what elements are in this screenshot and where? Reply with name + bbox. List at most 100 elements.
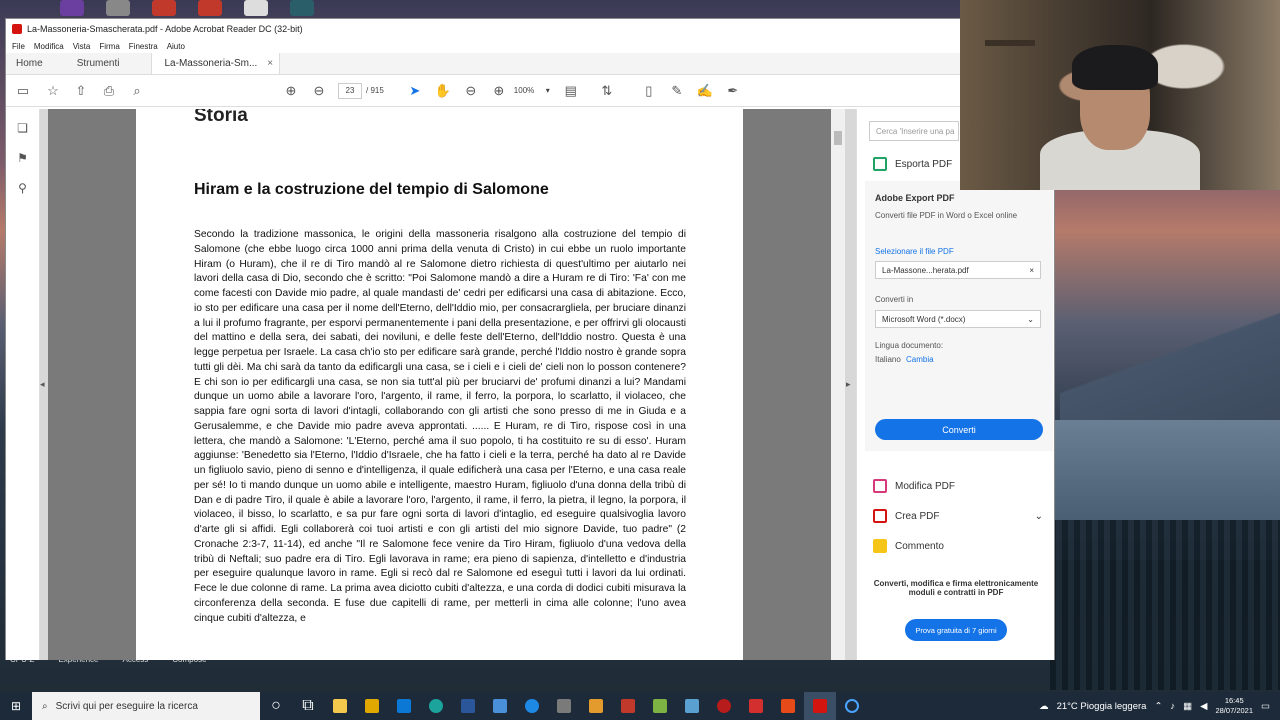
section-title: Storia [194, 109, 248, 126]
export-title: Adobe Export PDF [875, 193, 955, 203]
pages-thumbnail-icon[interactable]: ❏ [15, 121, 31, 137]
volume-icon[interactable]: ◀ [1200, 701, 1207, 712]
upload-icon[interactable]: ⇧ [70, 80, 92, 102]
store-icon[interactable] [356, 692, 388, 720]
menu-finestra[interactable]: Finestra [129, 42, 158, 51]
select-cursor-icon[interactable]: ➤ [404, 80, 426, 102]
convert-button[interactable]: Converti [875, 419, 1043, 440]
save-icon[interactable]: ▭ [12, 80, 34, 102]
print-icon[interactable]: ⎙ [98, 80, 120, 102]
app-icon[interactable] [580, 692, 612, 720]
zoom-in-icon[interactable]: ⊕ [488, 80, 510, 102]
search-icon[interactable]: ⌕ [126, 80, 148, 102]
zoom-out-icon[interactable]: ⊖ [460, 80, 482, 102]
task-view-icon[interactable]: ⧉ [292, 692, 324, 720]
zoom-dropdown[interactable]: 100% ▾ [514, 86, 550, 95]
scrollbar-thumb[interactable] [834, 131, 842, 145]
menu-bar: File Modifica Vista Firma Finestra Aiuto [6, 39, 1054, 53]
title-bar: La-Massoneria-Smascherata.pdf - Adobe Ac… [6, 19, 1054, 39]
app-icon[interactable] [772, 692, 804, 720]
ie-icon[interactable] [516, 692, 548, 720]
file-explorer-icon[interactable] [324, 692, 356, 720]
convert-to-label: Converti in [875, 295, 914, 304]
create-pdf-tool[interactable]: Crea PDF ⌄ [873, 509, 1043, 523]
draw-icon[interactable]: ✍ [694, 80, 716, 102]
system-tray: ☁ 21°C Pioggia leggera ⌃ ♪ ▦ ◀ 16:45 28/… [1039, 692, 1270, 720]
microphone-icon[interactable]: ♪ [1170, 701, 1175, 712]
format-value: Microsoft Word (*.docx) [882, 314, 966, 324]
fill-sign-icon[interactable]: ✒ [722, 80, 744, 102]
desktop-app-icon[interactable] [106, 0, 130, 16]
page-up-icon[interactable]: ⊕ [280, 80, 302, 102]
highlight-pen-icon[interactable]: ✎ [666, 80, 688, 102]
taskbar-search[interactable]: ⌕ Scrivi qui per eseguire la ricerca [32, 692, 260, 720]
bookmark-icon[interactable]: ⚑ [15, 151, 31, 167]
chevron-down-icon[interactable]: ⌄ [1035, 511, 1043, 522]
desktop-app-icon[interactable] [60, 0, 84, 16]
change-language-link[interactable]: Cambia [906, 355, 934, 364]
menu-vista[interactable]: Vista [73, 42, 91, 51]
page-number-input[interactable]: 23 [338, 82, 362, 99]
comment-icon[interactable]: ▯ [638, 80, 660, 102]
desktop-icons-row [60, 0, 314, 18]
tools-search-input[interactable]: Cerca 'Inserire una pa [869, 121, 959, 141]
page-navigator: 23 / 915 [338, 82, 384, 99]
close-icon[interactable]: × [1029, 266, 1034, 275]
edit-pdf-label: Modifica PDF [895, 480, 956, 492]
desktop-app-icon[interactable] [290, 0, 314, 16]
page-fit-icon[interactable]: ▤ [560, 80, 582, 102]
weather-icon[interactable]: ☁ [1039, 701, 1049, 712]
scroll-mode-icon[interactable]: ⇅ [596, 80, 618, 102]
close-icon[interactable]: × [267, 58, 273, 69]
desktop-app-icon[interactable] [244, 0, 268, 16]
windows-start-icon[interactable]: ⊞ [0, 692, 32, 720]
mail-icon[interactable] [388, 692, 420, 720]
select-file-label[interactable]: Selezionare il file PDF [875, 247, 954, 256]
free-trial-button[interactable]: Prova gratuita di 7 giorni [905, 619, 1007, 641]
document-scrollbar[interactable] [831, 109, 845, 660]
menu-file[interactable]: File [12, 42, 25, 51]
app-icon[interactable] [676, 692, 708, 720]
desktop-app-icon[interactable] [152, 0, 176, 16]
notifications-icon[interactable]: ▭ [1261, 701, 1270, 712]
app-icon[interactable] [612, 692, 644, 720]
app-icon[interactable] [836, 692, 868, 720]
acrobat-taskbar-icon[interactable] [804, 692, 836, 720]
export-pdf-tool[interactable]: Esporta PDF [873, 157, 952, 171]
chevron-up-icon[interactable]: ⌃ [1154, 701, 1162, 712]
cortana-icon[interactable]: ○ [260, 692, 292, 720]
expand-right-arrow-icon[interactable]: ▸ [846, 379, 851, 390]
tab-document[interactable]: La-Massoneria-Sm... × [151, 53, 281, 74]
export-description: Converti file PDF in Word o Excel online [875, 211, 1018, 220]
page-down-icon[interactable]: ⊖ [308, 80, 330, 102]
acrobat-window: La-Massoneria-Smascherata.pdf - Adobe Ac… [5, 18, 1055, 660]
clock[interactable]: 16:45 28/07/2021 [1215, 696, 1253, 716]
app-icon[interactable] [644, 692, 676, 720]
tab-tools[interactable]: Strumenti [67, 53, 130, 74]
edge-icon[interactable] [420, 692, 452, 720]
app-icon[interactable] [740, 692, 772, 720]
menu-firma[interactable]: Firma [99, 42, 119, 51]
menu-aiuto[interactable]: Aiuto [167, 42, 185, 51]
tab-home[interactable]: Home [6, 53, 53, 74]
collapse-left-arrow-icon[interactable]: ◂ [40, 379, 45, 390]
desktop-app-icon[interactable] [198, 0, 222, 16]
comment-tool[interactable]: Commento [873, 539, 944, 553]
windows-taskbar: ⊞ ⌕ Scrivi qui per eseguire la ricerca ○… [0, 692, 1280, 720]
selected-file-field[interactable]: La-Massone...herata.pdf × [875, 261, 1041, 279]
selected-file-name: La-Massone...herata.pdf [882, 265, 969, 275]
edit-pdf-tool[interactable]: Modifica PDF [873, 479, 955, 493]
word-icon[interactable] [452, 692, 484, 720]
tab-document-label: La-Massoneria-Sm... [164, 58, 258, 69]
app-icon[interactable] [548, 692, 580, 720]
app-icon[interactable] [484, 692, 516, 720]
menu-modifica[interactable]: Modifica [34, 42, 64, 51]
hand-tool-icon[interactable]: ✋ [432, 80, 454, 102]
webcam-person-hair [1072, 45, 1158, 90]
app-icon[interactable] [708, 692, 740, 720]
weather-text[interactable]: 21°C Pioggia leggera [1057, 701, 1147, 712]
attachment-icon[interactable]: ⚲ [15, 181, 31, 197]
format-select[interactable]: Microsoft Word (*.docx) ⌄ [875, 310, 1041, 328]
star-icon[interactable]: ☆ [42, 80, 64, 102]
network-icon[interactable]: ▦ [1183, 701, 1192, 712]
